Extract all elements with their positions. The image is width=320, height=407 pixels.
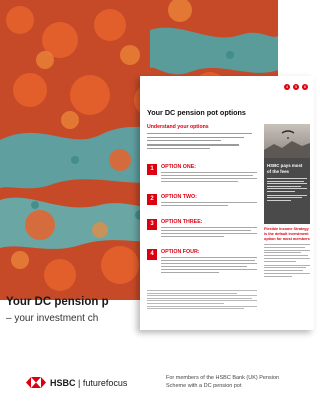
footnotes [147, 290, 257, 311]
page-nav[interactable]: 4 5 6 [284, 84, 308, 90]
option-title: OPTION ONE: [161, 164, 197, 170]
page-nav-dot[interactable]: 5 [293, 84, 299, 90]
option-title: OPTION TWO: [161, 194, 197, 200]
fees-callout-box: HSBC pays most of the fees [264, 158, 310, 224]
section-heading: Understand your options [147, 124, 209, 130]
option-number: 4 [147, 249, 157, 260]
page-title: Your DC pension pot options [147, 108, 246, 117]
page-nav-dot[interactable]: 4 [284, 84, 290, 90]
cover-title: Your DC pension p [6, 296, 109, 308]
default-option-note: Flexible Income Strategy is the default … [264, 227, 310, 241]
option-number: 3 [147, 219, 157, 230]
footer-note: For members of the HSBC Bank (UK) Pensio… [166, 375, 280, 389]
option-description [161, 172, 257, 184]
cover-subtitle: – your investment ch [6, 313, 99, 324]
hsbc-logo: HSBC | futurefocus [26, 377, 127, 388]
inner-page-spread: 4 5 6 Your DC pension pot options Unders… [140, 76, 314, 330]
option-title: OPTION THREE: [161, 219, 203, 225]
option-title: OPTION FOUR: [161, 249, 200, 255]
option-description [161, 257, 257, 275]
hsbc-hexagon-icon [26, 377, 46, 388]
option-number: 1 [147, 164, 157, 175]
callout-heading: HSBC pays most of the fees [267, 163, 303, 174]
logo-wordmark: HSBC | futurefocus [50, 377, 128, 388]
page-nav-dot[interactable]: 6 [302, 84, 308, 90]
callout-body [267, 178, 307, 203]
side-column-text [264, 244, 310, 278]
option-description [161, 227, 257, 239]
option-number: 2 [147, 194, 157, 205]
paraglider-photo [264, 124, 310, 158]
option-description [161, 202, 257, 208]
intro-text [147, 133, 252, 152]
